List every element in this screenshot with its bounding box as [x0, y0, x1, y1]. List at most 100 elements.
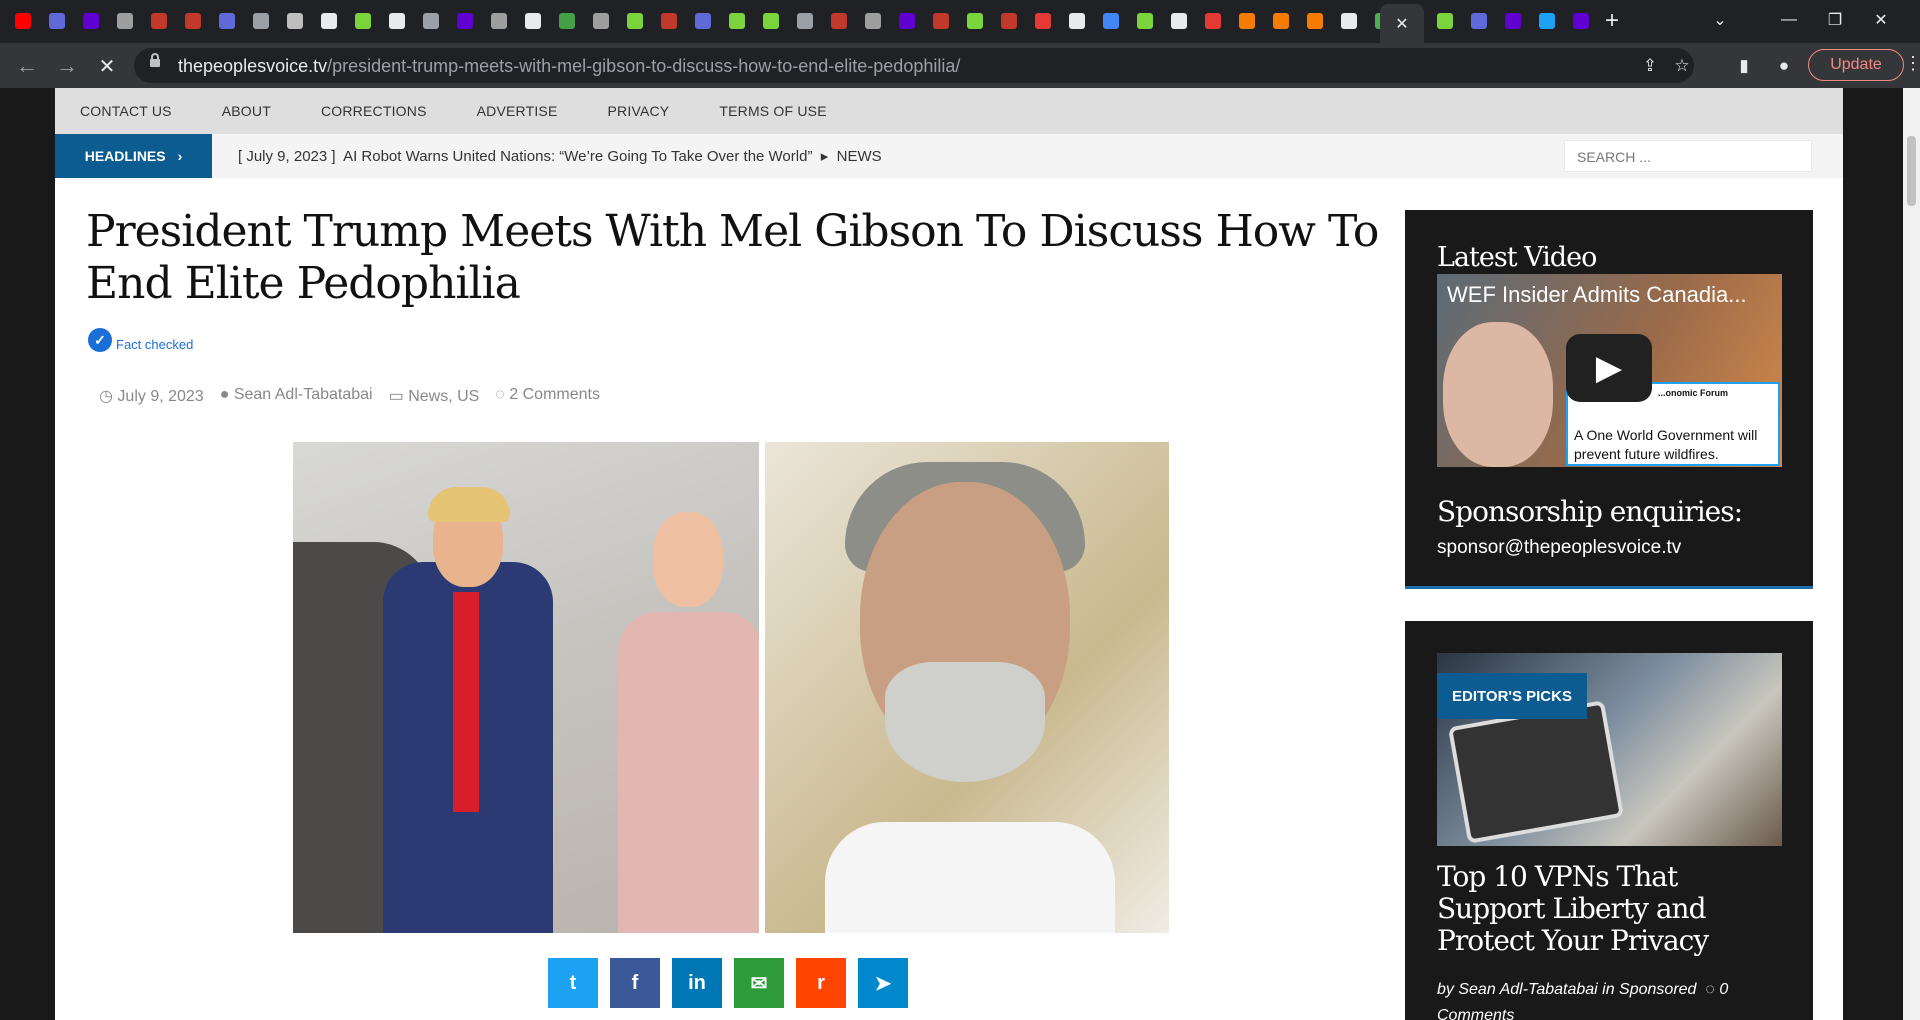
tab[interactable]	[1062, 9, 1092, 33]
post-categories[interactable]: ▭ News, US	[389, 386, 480, 406]
nav-corrections[interactable]: CORRECTIONS	[321, 103, 427, 119]
tab[interactable]	[552, 9, 582, 33]
menu-icon[interactable]: ⋮	[1904, 53, 1920, 74]
nav-contact-us[interactable]: CONTACT US	[80, 103, 172, 119]
facebook-share-button[interactable]: f	[610, 958, 660, 1008]
telegram-share-button[interactable]: ➤	[858, 958, 908, 1008]
globe-icon	[321, 13, 337, 29]
tab[interactable]	[212, 9, 242, 33]
tab[interactable]	[1096, 9, 1126, 33]
tab[interactable]	[280, 9, 310, 33]
share-icon[interactable]: ⇪	[1638, 54, 1662, 78]
video-title[interactable]: WEF Insider Admits Canadia...	[1447, 282, 1747, 308]
scroll-thumb[interactable]	[1907, 136, 1916, 206]
tab[interactable]	[858, 9, 888, 33]
tab[interactable]	[688, 9, 718, 33]
pick-byline[interactable]: by Sean Adl-Tabatabai in Sponsored	[1437, 981, 1696, 998]
tab[interactable]	[1232, 9, 1262, 33]
reddit-share-button[interactable]: r	[796, 958, 846, 1008]
tab[interactable]	[110, 9, 140, 33]
close-window-button[interactable]: ✕	[1858, 0, 1904, 40]
news-icon	[1171, 13, 1187, 29]
tab[interactable]	[1130, 9, 1160, 33]
tab[interactable]	[382, 9, 412, 33]
fact-checked-link[interactable]: Fact checked	[116, 337, 193, 352]
tab[interactable]	[1532, 9, 1562, 33]
tab[interactable]	[1164, 9, 1194, 33]
bookmark-star-icon[interactable]: ☆	[1670, 54, 1694, 78]
tab[interactable]	[246, 9, 276, 33]
url-text[interactable]: thepeoplesvoice.tv/president-trump-meets…	[178, 56, 960, 77]
lock-icon[interactable]	[150, 53, 160, 67]
tab[interactable]	[314, 9, 344, 33]
twitter-share-button[interactable]: t	[548, 958, 598, 1008]
nav-advertise[interactable]: ADVERTISE	[477, 103, 558, 119]
tab[interactable]	[450, 9, 480, 33]
tab[interactable]	[42, 9, 72, 33]
page-scrollbar[interactable]	[1903, 88, 1920, 1020]
tab[interactable]	[416, 9, 446, 33]
tab[interactable]	[144, 9, 174, 33]
tab[interactable]	[926, 9, 956, 33]
tab[interactable]	[1464, 9, 1494, 33]
post-comments[interactable]: ◌ 2 Comments	[495, 386, 600, 406]
tab[interactable]	[1334, 9, 1364, 33]
tab-search-chevron-icon[interactable]: ⌄	[1697, 0, 1743, 40]
tab[interactable]	[586, 9, 616, 33]
fact-checked-badge[interactable]: ✓ Fact checked	[88, 328, 193, 352]
headline-ticker[interactable]: [ July 9, 2023 ] AI Robot Warns United N…	[238, 147, 882, 165]
tab[interactable]	[1028, 9, 1058, 33]
tab[interactable]	[722, 9, 752, 33]
video-embed[interactable]: WEF Insider Admits Canadia... ...onomic …	[1437, 274, 1782, 467]
restore-button[interactable]: ❐	[1812, 0, 1858, 40]
post-author[interactable]: ● Sean Adl-Tabatabai	[220, 386, 373, 406]
email-share-button[interactable]: ✉	[734, 958, 784, 1008]
tab[interactable]	[892, 9, 922, 33]
sponsorship-email[interactable]: sponsor@thepeoplesvoice.tv	[1437, 537, 1681, 559]
tab[interactable]	[8, 9, 38, 33]
ticker-category[interactable]: NEWS	[837, 148, 882, 165]
tab[interactable]	[654, 9, 684, 33]
news-icon	[117, 13, 133, 29]
update-button[interactable]: Update	[1808, 49, 1904, 81]
tab[interactable]	[790, 9, 820, 33]
forward-button[interactable]: →	[52, 51, 82, 81]
minimize-button[interactable]: —	[1766, 0, 1812, 40]
linkedin-share-button[interactable]: in	[672, 958, 722, 1008]
tab[interactable]	[1566, 9, 1596, 33]
tab[interactable]	[960, 9, 990, 33]
tab[interactable]	[1198, 9, 1228, 33]
tab[interactable]	[178, 9, 208, 33]
tab[interactable]	[348, 9, 378, 33]
active-tab-close-button[interactable]: ✕	[1380, 4, 1424, 43]
play-icon	[729, 13, 745, 29]
side-panel-icon[interactable]: ▮	[1732, 54, 1756, 78]
tab[interactable]	[484, 9, 514, 33]
tab[interactable]	[76, 9, 106, 33]
search-input[interactable]: SEARCH ...	[1564, 140, 1812, 172]
tab[interactable]	[994, 9, 1024, 33]
tab[interactable]	[756, 9, 786, 33]
address-bar[interactable]: thepeoplesvoice.tv/president-trump-meets…	[134, 48, 1694, 83]
bookmark-icon	[423, 13, 439, 29]
new-tab-button[interactable]: +	[1597, 6, 1627, 36]
tab[interactable]	[1300, 9, 1330, 33]
tab[interactable]	[824, 9, 854, 33]
editors-pick-title[interactable]: Top 10 VPNs That Support Liberty and Pro…	[1437, 861, 1782, 957]
nav-terms-of-use[interactable]: TERMS OF USE	[719, 103, 826, 119]
nav-privacy[interactable]: PRIVACY	[608, 103, 670, 119]
shield-icon	[1471, 13, 1487, 29]
editors-pick-image[interactable]: EDITOR'S PICKS	[1437, 653, 1782, 846]
tab[interactable]	[620, 9, 650, 33]
tab[interactable]	[1498, 9, 1528, 33]
back-button[interactable]: ←	[12, 51, 42, 81]
tab[interactable]	[1430, 9, 1460, 33]
profile-icon[interactable]: ●	[1772, 54, 1796, 78]
tab[interactable]	[1266, 9, 1296, 33]
stop-loading-button[interactable]: ✕	[92, 51, 122, 81]
play-icon[interactable]: ▶	[1566, 334, 1652, 402]
tab[interactable]	[518, 9, 548, 33]
ticker-headline[interactable]: AI Robot Warns United Nations: “We’re Go…	[343, 148, 812, 165]
search-icon	[1103, 13, 1119, 29]
nav-about[interactable]: ABOUT	[222, 103, 271, 119]
